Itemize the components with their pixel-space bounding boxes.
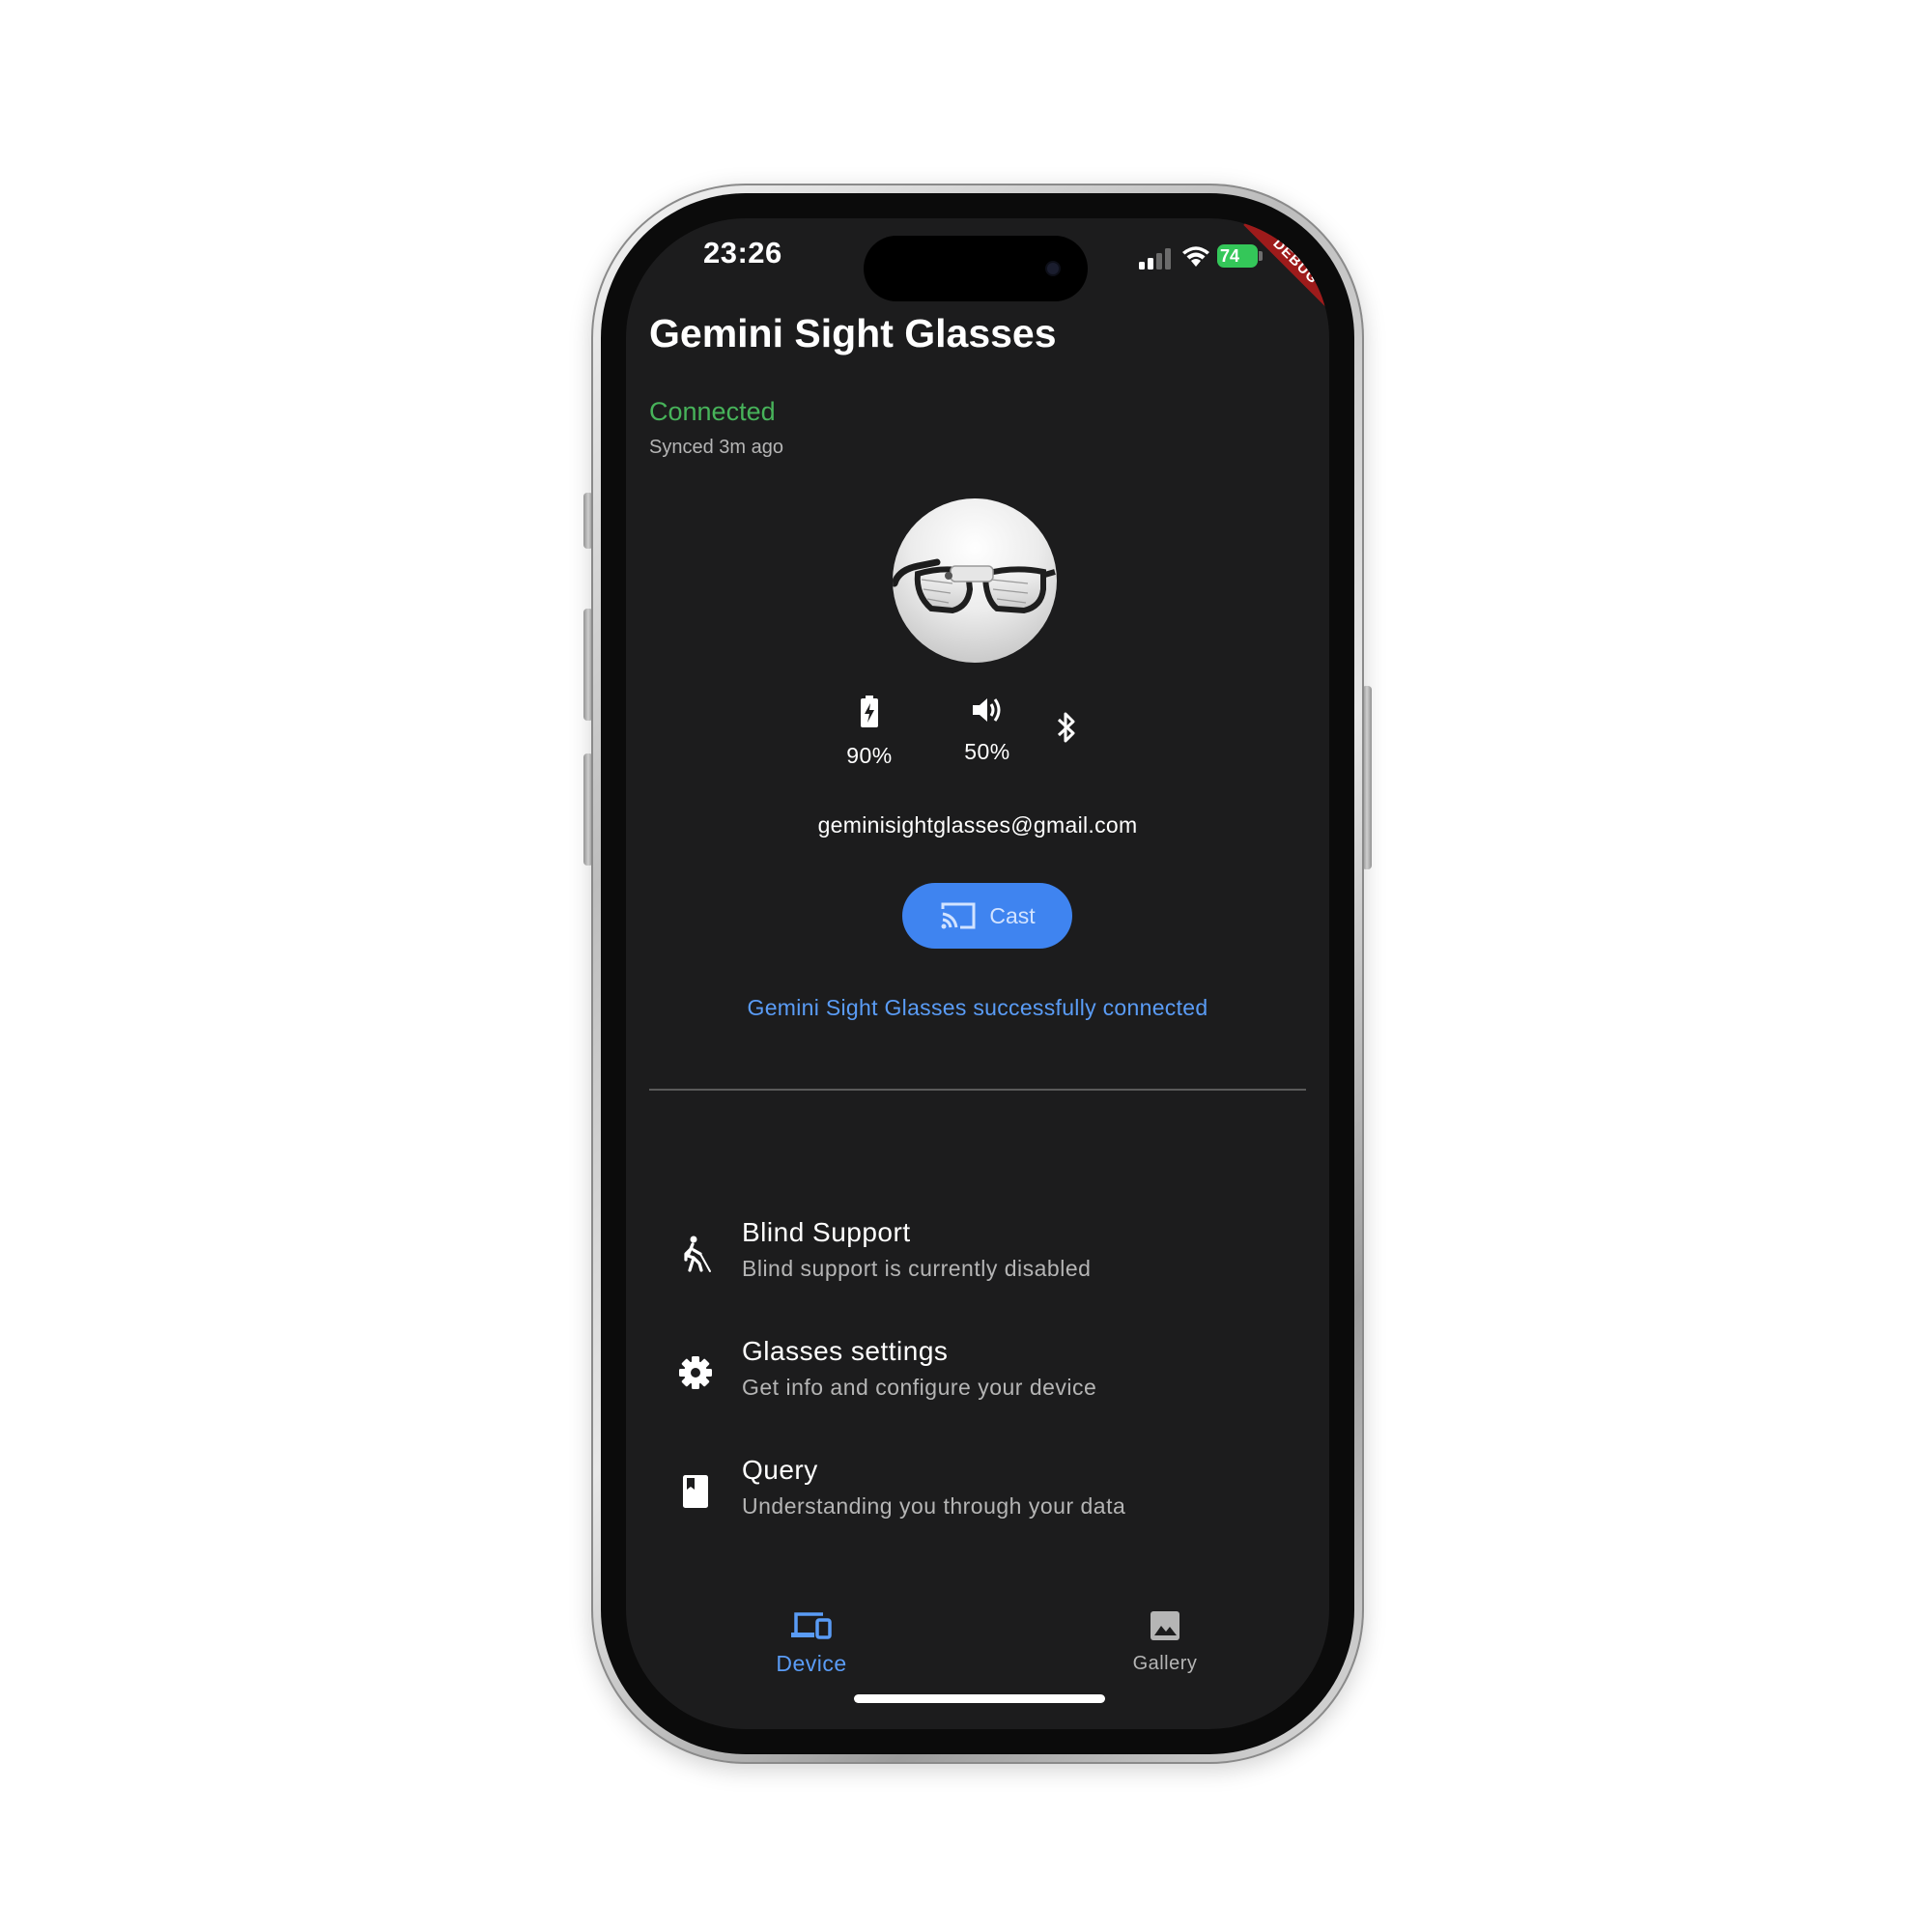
menu-item-glasses-settings[interactable]: Glasses settings Get info and configure … [649,1332,1306,1429]
glasses-image [893,558,1056,614]
status-time: 23:26 [703,236,782,270]
dynamic-island [864,236,1088,301]
volume-percentage: 50% [964,739,1010,764]
menu-item-blind-support[interactable]: Blind Support Blind support is currently… [649,1213,1306,1310]
menu-item-subtitle: Get info and configure your device [742,1375,1097,1400]
volume-stat: 50% [939,696,1036,765]
blind-walking-icon [684,1236,711,1272]
image-icon [1151,1611,1179,1640]
bookmark-book-icon [683,1475,708,1508]
battery-percentage: 90% [846,743,893,768]
devices-icon [791,1612,832,1639]
account-email: geminisightglasses@gmail.com [817,812,1138,838]
nav-tab-label: Device [776,1651,847,1676]
menu-item-title: Query [742,1455,818,1485]
nav-tab-device[interactable]: Device [715,1609,908,1677]
home-indicator[interactable] [854,1694,1105,1703]
gear-icon [679,1356,712,1389]
menu-item-title: Blind Support [742,1217,911,1247]
nav-tab-label: Gallery [1132,1653,1198,1674]
menu-item-subtitle: Understanding you through your data [742,1493,1126,1519]
wifi-icon [1182,246,1209,267]
glasses-avatar [893,498,1057,663]
sync-status: Synced 3m ago [649,437,783,458]
stage: 23:26 74 DEBUG Gemini Sight Glasses Conn… [0,0,1932,1932]
menu-item-query[interactable]: Query Understanding you through your dat… [649,1451,1306,1548]
section-divider [649,1089,1306,1091]
front-camera [1047,263,1059,274]
page-title: Gemini Sight Glasses [649,311,1057,355]
battery-level-badge: 74 [1217,244,1258,268]
menu-item-subtitle: Blind support is currently disabled [742,1256,1092,1281]
battery-charging-icon [1259,251,1263,261]
phone-screen: 23:26 74 DEBUG Gemini Sight Glasses Conn… [626,218,1329,1729]
battery-level-text: 74 [1220,246,1240,266]
battery-stat: 90% [821,696,918,769]
connection-message: Gemini Sight Glasses successfully connec… [747,995,1208,1020]
cast-icon [941,902,976,929]
bluetooth-stat[interactable] [1047,711,1086,749]
bluetooth-icon[interactable] [1055,711,1078,744]
cellular-signal-icon [1139,248,1171,270]
menu-item-title: Glasses settings [742,1336,949,1366]
battery-charging-icon [861,696,878,727]
cast-button-label: Cast [989,902,1036,928]
volume-up-icon [973,698,1001,722]
nav-tab-gallery[interactable]: Gallery [1068,1609,1262,1675]
cast-button[interactable]: Cast [902,883,1072,949]
connection-status: Connected [649,397,776,426]
